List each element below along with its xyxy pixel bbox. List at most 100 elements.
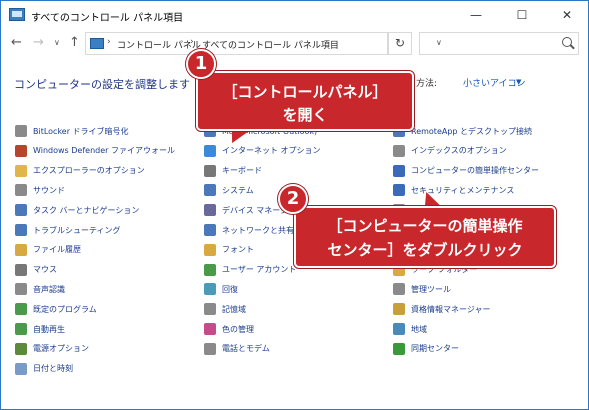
control-panel-item[interactable]: キーボード (204, 163, 262, 179)
control-panel-item-label: RemoteApp とデスクトップ接続 (411, 126, 533, 136)
recovery-icon (204, 283, 216, 296)
up-arrow-icon[interactable]: ↑ (69, 35, 80, 50)
control-panel-item[interactable]: 地域 (393, 321, 427, 337)
credential-icon (393, 303, 405, 316)
color-management-icon (204, 323, 216, 335)
control-panel-item[interactable]: ファイル履歴 (15, 242, 81, 258)
control-panel-item[interactable]: 色の管理 (204, 321, 254, 337)
callout-text: センター］をダブルクリック (327, 241, 523, 259)
folder-options-icon (15, 164, 27, 177)
breadcrumb-separator-icon[interactable]: › (190, 37, 194, 47)
control-panel-item[interactable]: インターネット オプション (204, 143, 321, 159)
mouse-icon (15, 263, 27, 276)
control-panel-item[interactable]: タスク バーとナビゲーション (15, 202, 139, 218)
breadcrumb-control-panel[interactable]: コントロール パネル (117, 38, 201, 51)
control-panel-item-label: 資格情報マネージャー (411, 304, 491, 314)
page-heading: コンピューターの設定を調整します (14, 78, 190, 91)
control-panel-item[interactable]: 音声認識 (15, 281, 65, 297)
close-button[interactable]: ✕ (544, 1, 588, 29)
control-panel-item-label: キーボード (222, 166, 262, 176)
storage-icon (204, 303, 216, 316)
navigation-bar: ← → ∨ ↑ › コントロール パネル › すべてのコントロール パネル項目 … (1, 29, 588, 59)
step-number-badge: 1 (186, 49, 216, 79)
microphone-icon (15, 283, 27, 296)
control-panel-item[interactable]: Windows Defender ファイアウォール (15, 143, 175, 159)
power-icon (15, 342, 27, 355)
control-panel-item[interactable]: BitLocker ドライブ暗号化 (15, 123, 129, 139)
breadcrumb-all-items[interactable]: すべてのコントロール パネル項目 (202, 38, 339, 51)
control-panel-item[interactable]: 電話とモデム (204, 341, 270, 357)
control-panel-item-label: 記憶域 (222, 304, 246, 314)
minimize-button[interactable]: — (453, 1, 499, 29)
control-panel-item-label: 日付と時刻 (33, 364, 73, 374)
control-panel-item-label: エクスプローラーのオプション (33, 166, 145, 176)
control-panel-item[interactable]: 記憶域 (204, 301, 246, 317)
control-panel-item[interactable]: マウス (15, 262, 57, 278)
back-arrow-icon[interactable]: ← (11, 35, 22, 50)
control-panel-icon (90, 38, 104, 49)
control-panel-item-label: 電源オプション (33, 344, 89, 354)
callout-step-2: ［コンピューターの簡単操作 センター］をダブルクリック (294, 206, 556, 268)
control-panel-item[interactable]: コンピューターの簡単操作センター (393, 163, 539, 179)
breadcrumb-separator-icon[interactable]: › (107, 37, 111, 47)
step-number-badge: 2 (278, 184, 308, 214)
bitlocker-icon (15, 125, 27, 137)
control-panel-item[interactable]: インデックスのオプション (393, 143, 507, 159)
control-panel-item-label: インデックスのオプション (411, 146, 507, 156)
security-icon (393, 184, 405, 197)
file-history-icon (15, 243, 27, 256)
control-panel-item[interactable]: 回復 (204, 281, 238, 297)
control-panel-item[interactable]: システム (204, 182, 254, 198)
callout-step-1: ［コントロールパネル］ を開く (196, 71, 414, 131)
control-panel-item[interactable]: 管理ツール (393, 281, 451, 297)
control-panel-item-label: 色の管理 (222, 324, 254, 334)
control-panel-item[interactable]: サウンド (15, 182, 65, 198)
control-panel-item-label: フォント (222, 245, 254, 255)
address-bar[interactable]: › コントロール パネル › すべてのコントロール パネル項目 ∨ (85, 32, 442, 55)
control-panel-item-label: ファイル履歴 (33, 245, 81, 255)
ease-of-access-icon (393, 164, 405, 177)
control-panel-item[interactable]: 電源オプション (15, 341, 89, 357)
view-by-chevron-down-icon[interactable]: ▼ (516, 78, 521, 86)
control-panel-item[interactable]: トラブルシューティング (15, 222, 121, 238)
control-panel-item-label: 音声認識 (33, 284, 65, 294)
control-panel-item-label: トラブルシューティング (33, 225, 121, 235)
control-panel-item-label: 管理ツール (411, 284, 451, 294)
maximize-button[interactable]: ☐ (499, 1, 545, 29)
forward-arrow-icon[interactable]: → (33, 35, 44, 50)
control-panel-item[interactable]: 同期センター (393, 341, 459, 357)
sound-icon (15, 184, 27, 197)
admin-tools-icon (393, 283, 405, 296)
control-panel-item[interactable]: フォント (204, 242, 254, 258)
control-panel-item-label: システム (222, 185, 254, 195)
control-panel-item[interactable]: セキュリティとメンテナンス (393, 182, 514, 198)
control-panel-item-label: 地域 (411, 324, 427, 334)
control-panel-item-label: インターネット オプション (222, 146, 321, 156)
control-panel-window: すべてのコントロール パネル項目 — ☐ ✕ ← → ∨ ↑ › コントロール … (0, 0, 589, 410)
search-icon (562, 37, 572, 47)
search-input[interactable] (419, 32, 579, 55)
control-panel-item-label: BitLocker ドライブ暗号化 (33, 126, 129, 136)
view-by-label: 方法: (416, 79, 438, 89)
callout-text: ［コントロールパネル］ (222, 83, 388, 101)
title-bar: すべてのコントロール パネル項目 — ☐ ✕ (1, 1, 588, 29)
control-panel-item[interactable]: エクスプローラーのオプション (15, 163, 145, 179)
recent-locations-chevron-icon[interactable]: ∨ (54, 38, 60, 47)
control-panel-item[interactable]: ユーザー アカウント (204, 262, 296, 278)
callout-text: を開く (282, 106, 328, 124)
control-panel-item-label: 回復 (222, 284, 238, 294)
refresh-button[interactable]: ↻ (388, 32, 412, 55)
control-panel-item[interactable]: 資格情報マネージャー (393, 301, 490, 317)
control-panel-item-label: マウス (33, 265, 57, 275)
control-panel-item-label: 同期センター (411, 344, 459, 354)
control-panel-item-label: 既定のプログラム (33, 304, 97, 314)
control-panel-item[interactable]: 自動再生 (15, 321, 65, 337)
autoplay-icon (15, 323, 27, 335)
control-panel-item[interactable]: 既定のプログラム (15, 301, 97, 317)
indexing-icon (393, 144, 405, 157)
control-panel-item-label: Windows Defender ファイアウォール (33, 146, 175, 156)
control-panel-item-label: コンピューターの簡単操作センター (411, 166, 539, 176)
internet-icon (204, 144, 216, 157)
control-panel-icon (9, 8, 25, 21)
control-panel-item[interactable]: 日付と時刻 (15, 361, 73, 377)
